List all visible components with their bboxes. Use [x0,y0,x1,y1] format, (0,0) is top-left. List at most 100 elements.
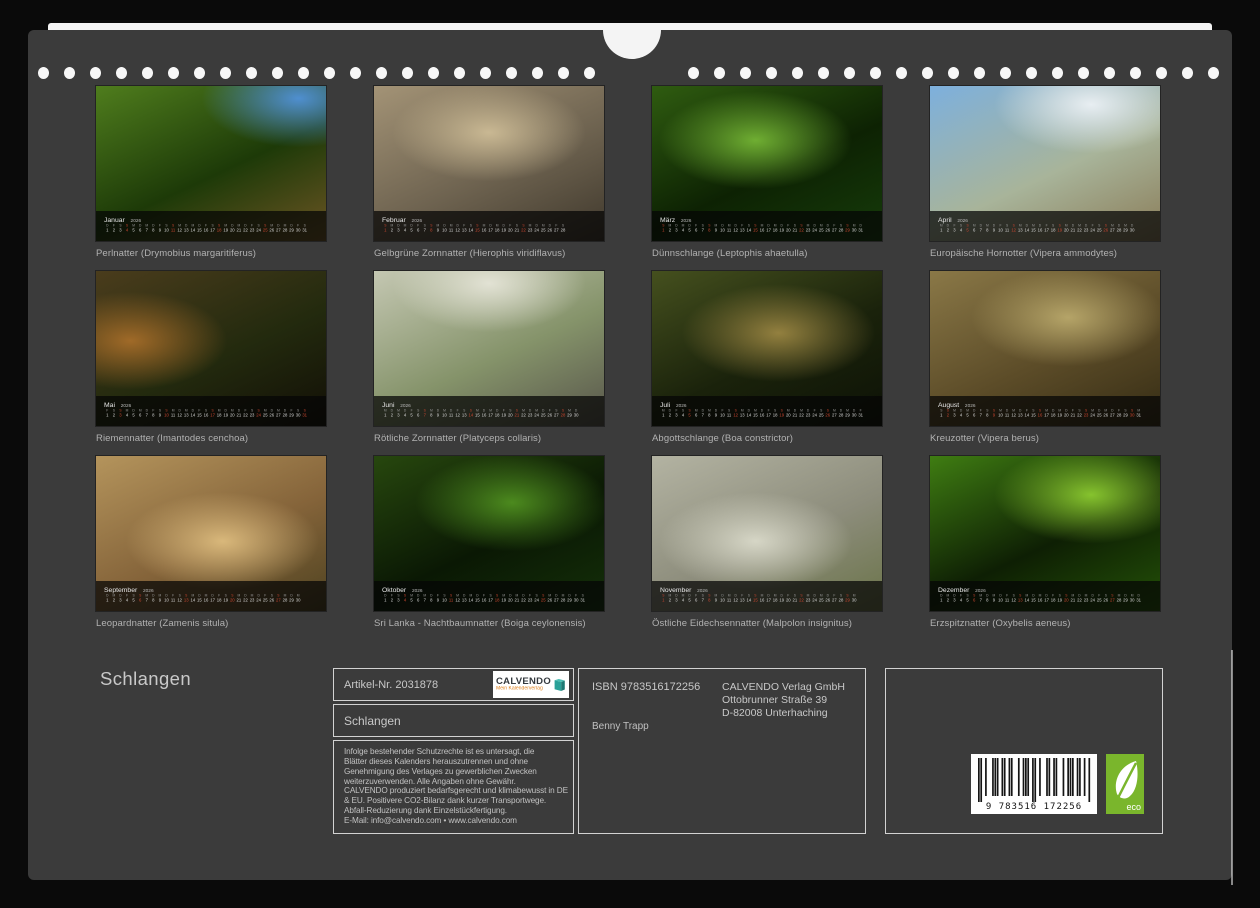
month-thumbnail: April 2026 M1D2F3S4S5M6D7M8D9F10S11S12M1… [930,86,1160,259]
month-thumbnail: Februar 2026 S1M2D3M4D5F6S7S8M9D10M11D12… [374,86,604,259]
month-photo: Januar 2026 D1F2S3S4M5D6M7D8F9S10S11M12D… [96,86,326,241]
mini-day: M25 [262,409,269,417]
mini-day: D18 [494,409,501,417]
mini-day: M9 [991,594,998,602]
mini-day-row: M1D2F3S4S5M6D7M8D9F10S11S12M13D14M15D16F… [660,409,864,419]
binding-hole [168,67,179,79]
mini-day-row: F1S2S3M4D5M6D7F8S9S10M11D12M13D14F15S16S… [104,409,308,419]
binding-hole [584,67,595,79]
mini-day: D17 [1043,594,1050,602]
binding-hole [402,67,413,79]
month-caption: Erzspitznatter (Oxybelis aeneus) [930,618,1160,629]
mini-day: S9 [157,409,164,417]
mini-day: S26 [1103,224,1110,232]
month-photo: Februar 2026 S1M2D3M4D5F6S7S8M9D10M11D12… [374,86,604,241]
month-year: 2026 [676,403,687,408]
month-name: August [938,401,959,408]
mini-calendar-strip: März 2026 S1M2D3M4D5F6S7S8M9D10M11D12F13… [652,211,882,241]
binding-hole [714,67,725,79]
month-name: Oktober [382,586,406,593]
mini-day: M1 [938,224,945,232]
month-year: 2026 [412,218,423,223]
publisher-name: CALVENDO Verlag GmbH [722,681,845,694]
month-thumbnails-grid: Januar 2026 D1F2S3S4M5D6M7D8F9S10S11M12D… [96,86,1160,629]
month-caption: Perlnatter (Drymobius margaritiferus) [96,248,326,259]
binding-hole [1130,67,1141,79]
binding-hole [90,67,101,79]
binding-hole [1182,67,1193,79]
binding-hole [272,67,283,79]
mini-day: M26 [1103,409,1110,417]
mini-day: M17 [487,409,494,417]
mini-day: F18 [216,594,223,602]
calvendo-logo-mark [554,674,566,696]
month-photo: Juli 2026 M1D2F3S4S5M6D7M8D9F10S11S12M13… [652,271,882,426]
month-thumbnail: Juni 2026 M1D2M3D4F5S6S7M8D9M10D11F12S13… [374,271,604,444]
binding-hole [974,67,985,79]
mini-day: D25 [1096,409,1103,417]
mini-day-row: D1M2D3F4S5S6M7D8M9D10F11S12S13M14D15M16D… [104,594,301,604]
month-photo: Dezember 2026 D1M2D3F4S5S6M7D8M9D10F11S1… [930,456,1160,611]
mini-day: M1 [660,409,667,417]
binding-hole [350,67,361,79]
mini-day: F31 [857,409,864,417]
mini-day: F25 [1096,594,1103,602]
mini-day: S9 [991,409,998,417]
binding-hole [1026,67,1037,79]
page-edge-highlight [1231,650,1233,885]
mini-day: S28 [560,224,567,232]
mini-day: S17 [209,224,216,232]
month-photo: September 2026 D1M2D3F4S5S6M7D8M9D10F11S… [96,456,326,611]
barcode-digits: 9 783516 172256 [971,802,1097,812]
month-name: Februar [382,216,406,223]
binding-hole [1156,67,1167,79]
mini-calendar-strip: Oktober 2026 D1F2S3S4M5D6M7D8F9S10S11M12… [374,581,604,611]
mini-day: S18 [216,224,223,232]
mini-day: D1 [104,594,111,602]
month-caption: Abgottschlange (Boa constrictor) [652,433,882,444]
month-name: September [104,586,137,593]
month-caption: Sri Lanka - Nachtbaumnatter (Boiga ceylo… [374,618,604,629]
calvendo-logo-text: CALVENDO [496,677,551,687]
month-year: 2026 [965,403,976,408]
month-photo: Juni 2026 M1D2M3D4F5S6S7M8D9M10D11F12S13… [374,271,604,426]
binding-hole [558,67,569,79]
calvendo-logo: CALVENDO Mein Kalenderverlag [493,671,569,698]
month-thumbnail: Oktober 2026 D1F2S3S4M5D6M7D8F9S10S11M12… [374,456,604,629]
mini-day: M25 [818,594,825,602]
month-year: 2026 [957,218,968,223]
month-name: Januar [104,216,125,223]
month-thumbnail: Mai 2026 F1S2S3M4D5M6D7F8S9S10M11D12M13D… [96,271,326,444]
month-thumbnail: Juli 2026 M1D2F3S4S5M6D7M8D9F10S11S12M13… [652,271,882,444]
mini-calendar-strip: April 2026 M1D2F3S4S5M6D7M8D9F10S11S12M1… [930,211,1160,241]
binding-hole [64,67,75,79]
mini-day: D30 [573,409,580,417]
binding-hole [688,67,699,79]
calvendo-logo-tagline: Mein Kalenderverlag [496,686,543,691]
mini-day: S1 [660,594,667,602]
mini-calendar-strip: Juli 2026 M1D2F3S4S5M6D7M8D9F10S11S12M13… [652,396,882,426]
isbn-number: ISBN 9783516172256 [592,681,700,693]
binding-hole [792,67,803,79]
mini-day: S25 [262,224,269,232]
binding-hole [506,67,517,79]
month-caption: Östliche Eidechsennatter (Malpolon insig… [652,618,882,629]
info-box: Artikel-Nr. 2031878 CALVENDO Mein Kalend… [333,668,1163,834]
mini-day: M18 [216,409,223,417]
mini-day: M9 [435,224,442,232]
month-thumbnail: November 2026 S1M2D3M4D5F6S7S8M9D10M11D1… [652,456,882,629]
mini-day: M9 [713,594,720,602]
binding-hole [870,67,881,79]
mini-calendar-strip: August 2026 S1S2M3D4M5D6F7S8S9M10D11M12D… [930,396,1160,426]
month-caption: Dünnschlange (Leptophis ahaetulla) [652,248,882,259]
month-thumbnail: Januar 2026 D1F2S3S4M5D6M7D8F9S10S11M12D… [96,86,326,259]
binding-hole [896,67,907,79]
month-photo: Mai 2026 F1S2S3M4D5M6D7F8S9S10M11D12M13D… [96,271,326,426]
mini-day: M31 [1135,409,1142,417]
publisher-address: CALVENDO Verlag GmbH Ottobrunner Straße … [722,681,845,720]
month-caption: Kreuzotter (Vipera berus) [930,433,1160,444]
binding-hole [844,67,855,79]
barcode-bars [971,754,1097,802]
article-number-cell: Artikel-Nr. 2031878 CALVENDO Mein Kalend… [333,668,574,701]
month-year: 2026 [143,588,154,593]
